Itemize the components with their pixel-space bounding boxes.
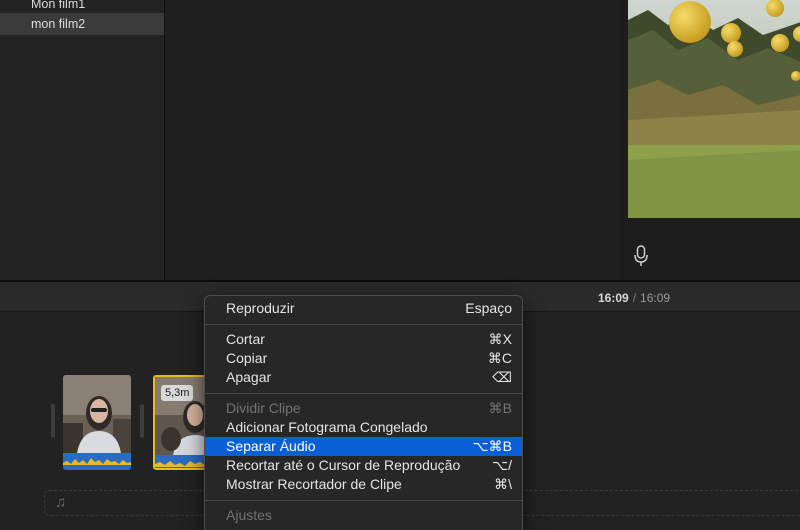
menu-item-label: Cortar [226,331,265,347]
menu-item-separar-audio[interactable]: Separar Áudio ⌥⌘B [205,437,522,456]
menu-item-label: Separar Áudio [226,438,316,454]
menu-item-shortcut: ⌫ [492,369,512,385]
menu-item-shortcut: ⌥/ [491,457,512,473]
video-clip-1[interactable] [63,375,131,470]
clip-audio-waveform [63,453,131,470]
library-item-label: Mon film1 [31,0,86,11]
menu-separator [205,500,522,501]
video-preview [628,0,800,218]
menu-item-shortcut: ⌘C [487,350,512,366]
menu-item-shortcut: ⌘B [488,400,512,416]
current-time: 16:09 [598,291,629,305]
menu-item-adicionar-fotograma-congelado[interactable]: Adicionar Fotograma Congelado [205,418,522,437]
menu-item-label: Apagar [226,369,272,385]
menu-item-label: Mostrar Recortador de Clipe [226,476,402,492]
menu-item-label: Dividir Clipe [226,400,301,416]
menu-separator [205,393,522,394]
timecode-separator: / [632,291,637,305]
menu-item-copiar[interactable]: Copiar ⌘C [205,349,522,368]
menu-item-cortar[interactable]: Cortar ⌘X [205,330,522,349]
menu-item-label: Reproduzir [226,300,295,316]
clip-audio-waveform [155,455,211,468]
menu-item-mostrar-recortador[interactable]: Mostrar Recortador de Clipe ⌘\ [205,475,522,494]
microphone-icon[interactable] [633,244,649,268]
menu-item-recortar-ate-cursor[interactable]: Recortar até o Cursor de Reprodução ⌥/ [205,456,522,475]
total-time: 16:09 [640,291,671,305]
library-sidebar: Mon film1 mon film2 [0,0,165,281]
menu-section-label: Ajustes [226,507,272,523]
menu-item-label: Adicionar Fotograma Congelado [226,419,428,435]
menu-item-label: Copiar [226,350,268,366]
menu-item-apagar[interactable]: Apagar ⌫ [205,368,522,387]
library-item-label: mon film2 [31,17,86,31]
clip-thumbnail [63,375,131,453]
menu-item-shortcut: ⌘X [488,331,512,347]
menu-item-shortcut: ⌘\ [494,476,512,492]
library-item-mon-film2[interactable]: mon film2 [0,13,164,35]
viewer-panel [622,0,800,281]
clip-trim-handle[interactable] [51,404,55,438]
music-note-icon: ♫ [55,494,67,511]
media-browser [165,0,622,281]
menu-item-shortcut: ⌥⌘B [472,438,512,454]
clip-trim-handle[interactable] [140,404,144,438]
menu-item-dividir-clipe[interactable]: Dividir Clipe ⌘B [205,399,522,418]
clip-context-menu: Reproduzir Espaço Cortar ⌘X Copiar ⌘C Ap… [204,295,523,530]
menu-item-label: Recortar até o Cursor de Reprodução [226,457,461,473]
menu-item-shortcut: Espaço [465,300,512,316]
menu-section-ajustes: Ajustes [205,506,522,525]
timecode-display: 16:09/16:09 [598,291,670,305]
menu-item-reproduzir[interactable]: Reproduzir Espaço [205,299,522,318]
clip-duration-badge: 5,3m [161,385,194,401]
menu-separator [205,324,522,325]
